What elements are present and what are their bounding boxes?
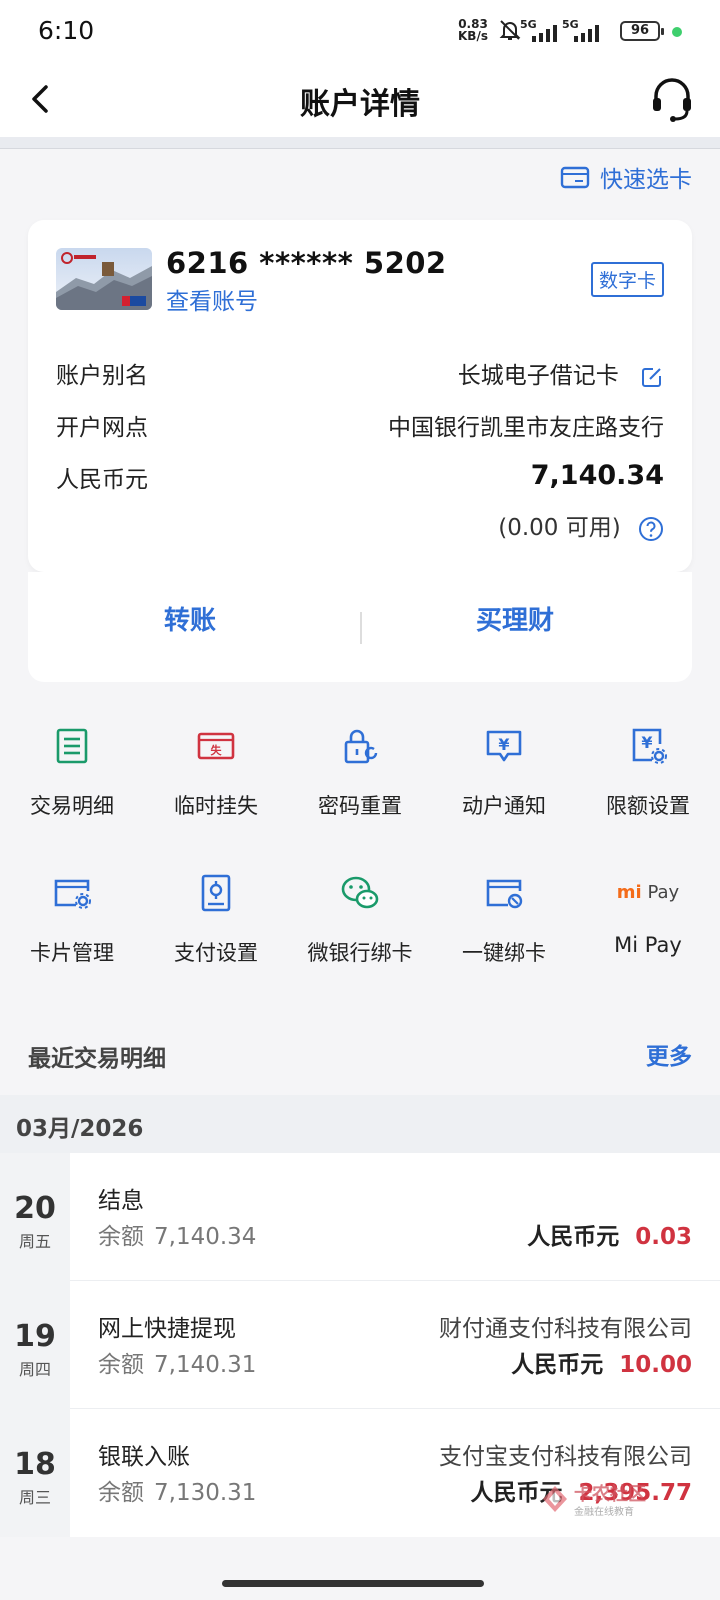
alias-value-wrap: 长城电子借记卡 — [458, 356, 664, 390]
currency-label: 人民币元 — [56, 467, 148, 493]
tx-name: 网上快捷提现 — [98, 1316, 236, 1342]
bank-card-thumbnail — [56, 248, 152, 310]
header-banner-strip — [0, 137, 720, 149]
signal-sim1-icon: 5G — [520, 18, 560, 42]
tx-counterparty: 支付宝支付科技有限公司 — [439, 1444, 692, 1470]
func-label: 限额设置 — [606, 794, 690, 818]
page-title: 账户详情 — [300, 87, 420, 122]
customer-service-headset-icon[interactable] — [648, 74, 696, 124]
tx-name: 结息 — [98, 1188, 144, 1214]
card-gear-icon — [54, 879, 91, 909]
balance-amount: 7,140.34 — [530, 460, 664, 491]
status-time: 6:10 — [38, 16, 95, 45]
buy-wealth-button[interactable]: 买理财 — [476, 600, 554, 637]
action-divider — [360, 612, 362, 644]
watermark-subtitle: 金融在线教育 — [574, 1507, 634, 1518]
func-label: 临时挂失 — [174, 794, 258, 818]
available-amount: (0.00 可用) — [498, 515, 621, 541]
wechat-icon — [341, 876, 379, 909]
func-label: 交易明细 — [30, 794, 114, 818]
card-switch-icon — [560, 166, 590, 189]
tx-weekday: 周五 — [18, 1232, 51, 1251]
pay-settings-icon — [201, 874, 231, 912]
transfer-button[interactable]: 转账 — [164, 600, 216, 637]
tx-day: 19 — [14, 1319, 56, 1354]
func-wechat-bank-binding[interactable]: 微银行绑卡 — [288, 873, 432, 967]
date-column: 20 周五 — [0, 1153, 70, 1281]
func-password-reset[interactable]: 密码重置 — [288, 726, 432, 820]
yuan-settings-icon: ¥ — [632, 728, 667, 764]
privacy-indicator-dot — [672, 27, 682, 37]
tx-balance: 余额 7,130.31 — [98, 1480, 257, 1506]
tx-weekday: 周四 — [18, 1360, 51, 1379]
watermark: 卡农社区 金融在线教育 — [540, 1478, 700, 1524]
card-bind-icon — [486, 879, 523, 909]
alias-label: 账户别名 — [56, 363, 148, 389]
tx-balance: 余额 7,140.31 — [98, 1352, 257, 1378]
alias-value: 长城电子借记卡 — [457, 363, 619, 389]
edit-icon[interactable] — [640, 365, 664, 389]
func-label: 支付设置 — [174, 941, 258, 965]
tx-weekday: 周三 — [18, 1488, 51, 1507]
svg-text:¥: ¥ — [641, 733, 652, 752]
transaction-row[interactable]: 19 周四 网上快捷提现 余额 7,140.31 财付通支付科技有限公司 人民币元… — [0, 1281, 720, 1409]
digital-card-badge: 数字卡 — [590, 262, 664, 297]
branch-value: 中国银行凯里市友庄路支行 — [388, 415, 664, 441]
func-limit-settings[interactable]: ¥ 限额设置 — [576, 726, 720, 820]
net-speed: 0.83 KB/s — [458, 17, 488, 43]
date-column: 19 周四 — [0, 1281, 70, 1409]
card-actions: 转账 买理财 — [28, 572, 692, 682]
func-account-notification[interactable]: ¥ 动户通知 — [432, 726, 576, 820]
func-payment-settings[interactable]: 支付设置 — [144, 873, 288, 967]
yuan-message-icon: ¥ — [486, 730, 522, 762]
tx-name: 银联入账 — [98, 1444, 190, 1470]
transaction-row[interactable]: 20 周五 结息 余额 7,140.34 人民币元 0.03 — [0, 1153, 720, 1281]
func-label: 密码重置 — [318, 794, 402, 818]
quick-select-card-link[interactable]: 快速选卡 — [560, 160, 692, 194]
card-number: 6216 ****** 5202 — [166, 246, 447, 280]
func-card-management[interactable]: 卡片管理 — [0, 873, 144, 967]
func-transaction-details[interactable]: 交易明细 — [0, 726, 144, 820]
func-label: 微银行绑卡 — [307, 941, 413, 965]
func-label: 动户通知 — [462, 794, 546, 818]
tx-amount: 人民币元 0.03 — [527, 1224, 692, 1250]
signal-sim2-icon: 5G — [562, 18, 602, 42]
func-one-click-binding[interactable]: 一键绑卡 — [432, 873, 576, 967]
view-account-link[interactable]: 查看账号 — [166, 282, 258, 316]
date-column: 18 周三 — [0, 1409, 70, 1537]
more-link[interactable]: 更多 — [646, 1037, 692, 1071]
branch-label: 开户网点 — [56, 415, 148, 441]
list-icon — [56, 728, 88, 764]
home-indicator[interactable] — [222, 1580, 484, 1587]
tx-day: 20 — [14, 1191, 56, 1226]
quick-select-label: 快速选卡 — [600, 167, 692, 193]
tx-balance: 余额 7,140.34 — [98, 1224, 257, 1250]
account-card: 6216 ****** 5202 查看账号 数字卡 账户别名 长城电子借记卡 开… — [28, 220, 692, 572]
lock-reset-icon — [344, 729, 378, 764]
watermark-logo-icon — [543, 1486, 567, 1512]
status-bar: 6:10 0.83 KB/s 5G 5G 96 — [0, 0, 720, 62]
svg-text:¥: ¥ — [498, 735, 509, 754]
svg-text:失: 失 — [211, 743, 223, 757]
month-label: 03月/2026 — [16, 1116, 144, 1142]
battery-icon: 96 — [620, 21, 664, 41]
mute-bell-icon — [499, 20, 521, 40]
func-temporary-loss-report[interactable]: 失 临时挂失 — [144, 726, 288, 820]
help-question-icon[interactable] — [638, 516, 664, 542]
tx-counterparty: 财付通支付科技有限公司 — [439, 1316, 692, 1342]
tx-amount: 人民币元 10.00 — [511, 1352, 692, 1378]
available-wrap: (0.00 可用) — [498, 508, 664, 542]
recent-transactions-title: 最近交易明细 — [28, 1046, 166, 1072]
func-mi-pay[interactable]: mi Pay Mi Pay — [576, 873, 720, 957]
func-label: 卡片管理 — [30, 941, 114, 965]
tx-day: 18 — [14, 1447, 56, 1482]
func-label: 一键绑卡 — [462, 941, 546, 965]
func-label: Mi Pay — [614, 933, 682, 957]
month-header: 03月/2026 — [0, 1095, 720, 1153]
mipay-logo: mi Pay — [616, 882, 680, 903]
loss-report-icon: 失 — [197, 732, 235, 760]
nav-bar: 账户详情 — [0, 62, 720, 137]
